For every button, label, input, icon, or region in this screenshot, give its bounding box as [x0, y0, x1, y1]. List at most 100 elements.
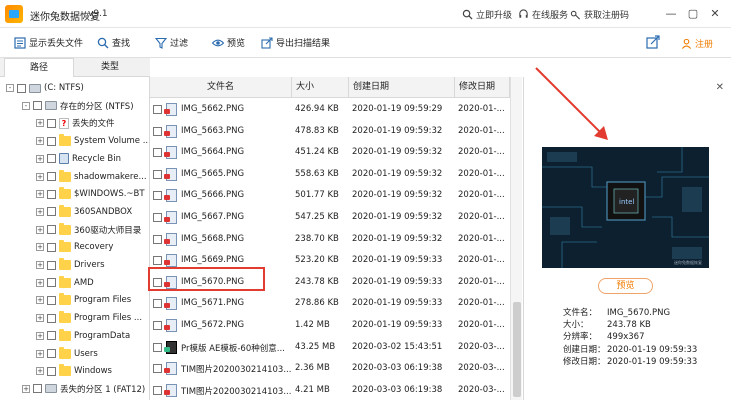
tree-item[interactable]: + AMD [36, 275, 94, 291]
file-checkbox[interactable] [153, 213, 162, 222]
file-row[interactable]: TIM图片2020030214103... 4.21 MB 2020-03-03 0… [150, 380, 510, 400]
column-created[interactable]: 创建日期 [349, 77, 455, 98]
online-service-link[interactable]: 在线服务 [518, 8, 568, 21]
close-button[interactable]: ✕ [708, 6, 722, 20]
tree-item[interactable]: + Recycle Bin [36, 151, 121, 167]
tree-checkbox[interactable] [47, 349, 56, 358]
tree-item[interactable]: + ProgramData [36, 328, 130, 344]
tree-item[interactable]: - (C: NTFS) [6, 80, 84, 96]
tree-item[interactable]: + Users [36, 346, 98, 362]
tree-checkbox[interactable] [47, 366, 56, 376]
register-button[interactable]: 注册 [681, 37, 713, 50]
tree-checkbox[interactable] [47, 242, 56, 252]
file-row[interactable]: IMG_5671.PNG 278.86 KB 2020-01-19 09:59:33… [150, 293, 510, 315]
expand-icon[interactable]: + [36, 296, 44, 305]
tree-item[interactable]: + Drivers [36, 257, 105, 273]
tree-item[interactable]: + 丢失的分区 1 (FAT12) [22, 381, 145, 397]
file-row[interactable]: IMG_5668.PNG 238.70 KB 2020-01-19 09:59:32… [150, 229, 510, 251]
export-results-button[interactable]: 导出扫描结果 [261, 36, 330, 49]
expand-icon[interactable]: + [36, 349, 44, 358]
file-checkbox[interactable] [153, 169, 162, 179]
tree-checkbox[interactable] [47, 118, 56, 128]
tree-item[interactable]: +360SANDBOX [36, 204, 132, 220]
tree-checkbox[interactable] [47, 313, 56, 323]
expand-icon[interactable]: + [36, 154, 44, 163]
tree-checkbox[interactable] [33, 101, 42, 111]
tree-item[interactable]: + Recovery [36, 239, 113, 255]
maximize-button[interactable]: ▢ [686, 6, 700, 20]
tree-checkbox[interactable] [47, 189, 56, 199]
scrollbar-thumb[interactable] [513, 302, 521, 397]
tree-checkbox[interactable] [47, 260, 56, 270]
file-row[interactable]: TIM图片2020030214103... 2.36 MB 2020-03-03 0… [150, 358, 510, 380]
expand-icon[interactable]: + [36, 172, 44, 181]
tree-checkbox[interactable] [33, 384, 42, 394]
column-size[interactable]: 大小 [292, 77, 349, 98]
file-row[interactable]: IMG_5663.PNG 478.83 KB 2020-01-19 09:59:32… [150, 121, 510, 143]
expand-icon[interactable]: + [22, 384, 30, 393]
file-checkbox[interactable] [153, 299, 162, 309]
expand-icon[interactable]: + [36, 207, 44, 216]
tree-item[interactable]: + System Volume ... [36, 133, 149, 149]
get-code-link[interactable]: 获取注册码 [570, 8, 629, 21]
show-lost-files-button[interactable]: 显示丢失文件 [14, 36, 83, 49]
column-filename[interactable]: 文件名 [150, 77, 292, 98]
file-checkbox[interactable] [153, 385, 162, 395]
preview-button[interactable]: 预览 [212, 36, 245, 49]
column-modified[interactable]: 修改日期 [455, 77, 510, 98]
tree-item[interactable]: - 存在的分区 (NTFS) [22, 98, 134, 114]
file-checkbox[interactable] [153, 364, 162, 374]
file-checkbox[interactable] [153, 105, 162, 114]
expand-icon[interactable]: + [36, 190, 44, 199]
file-checkbox[interactable] [153, 256, 162, 266]
expand-icon[interactable]: + [36, 331, 44, 340]
file-row[interactable]: IMG_5672.PNG 1.42 MB 2020-01-19 09:59:33 20… [150, 315, 510, 337]
file-checkbox[interactable] [153, 126, 162, 136]
share-icon[interactable] [646, 35, 660, 49]
tree-checkbox[interactable] [47, 295, 56, 305]
tree-checkbox[interactable] [47, 225, 56, 235]
upgrade-link[interactable]: 立即升级 [462, 8, 512, 21]
tab-path[interactable]: 路径 [4, 58, 74, 78]
tree-checkbox[interactable] [47, 207, 56, 217]
file-checkbox[interactable] [153, 342, 162, 352]
tree-checkbox[interactable] [17, 83, 26, 93]
file-checkbox[interactable] [153, 148, 162, 158]
file-row[interactable]: IMG_5666.PNG 501.77 KB 2020-01-19 09:59:32… [150, 185, 510, 207]
file-checkbox[interactable] [153, 321, 162, 330]
expand-icon[interactable]: + [36, 119, 44, 128]
collapse-icon[interactable]: - [22, 101, 30, 110]
file-checkbox[interactable] [153, 234, 162, 244]
tree-item[interactable]: + $WINDOWS.~BT [36, 186, 145, 202]
close-preview-icon[interactable]: ✕ [716, 82, 724, 93]
file-row[interactable]: IMG_5667.PNG 547.25 KB 2020-01-19 09:59:32… [150, 207, 510, 229]
tree-item[interactable]: +360驱动大师目录 [36, 222, 141, 238]
tree-item[interactable]: + Program Files [36, 292, 131, 308]
expand-icon[interactable]: + [36, 278, 44, 287]
expand-icon[interactable]: + [36, 314, 44, 323]
tree-item[interactable]: + Program Files ... [36, 310, 142, 326]
tree-checkbox[interactable] [47, 331, 56, 341]
expand-icon[interactable]: + [36, 367, 44, 376]
preview-action-button[interactable]: 预览 [598, 278, 653, 294]
tree-checkbox[interactable] [47, 154, 56, 164]
tree-checkbox[interactable] [47, 278, 56, 288]
file-row[interactable]: IMG_5662.PNG 426.94 KB 2020-01-19 09:59:29… [150, 99, 510, 121]
expand-icon[interactable]: + [36, 261, 44, 269]
expand-icon[interactable]: + [36, 243, 44, 252]
tab-type[interactable]: 类型 [75, 58, 145, 77]
file-row[interactable]: IMG_5664.PNG 451.24 KB 2020-01-19 09:59:32… [150, 142, 510, 164]
expand-icon[interactable]: + [36, 225, 44, 234]
filter-button[interactable]: 过滤 [155, 36, 188, 49]
tree-item[interactable]: +? 丢失的文件 [36, 115, 115, 131]
tree-checkbox[interactable] [47, 136, 56, 146]
file-row[interactable]: Pr模版 AE模板-60种创意... 43.25 MB 2020-03-02 15:… [150, 337, 510, 359]
file-row[interactable]: IMG_5665.PNG 558.63 KB 2020-01-19 09:59:32… [150, 164, 510, 186]
collapse-icon[interactable]: - [6, 84, 14, 92]
expand-icon[interactable]: + [36, 137, 44, 146]
tree-checkbox[interactable] [47, 172, 56, 181]
tree-item[interactable]: + shadowmakere... [36, 169, 147, 185]
find-button[interactable]: 查找 [97, 36, 130, 49]
minimize-button[interactable]: — [664, 6, 678, 20]
file-list-scrollbar[interactable] [510, 77, 522, 400]
